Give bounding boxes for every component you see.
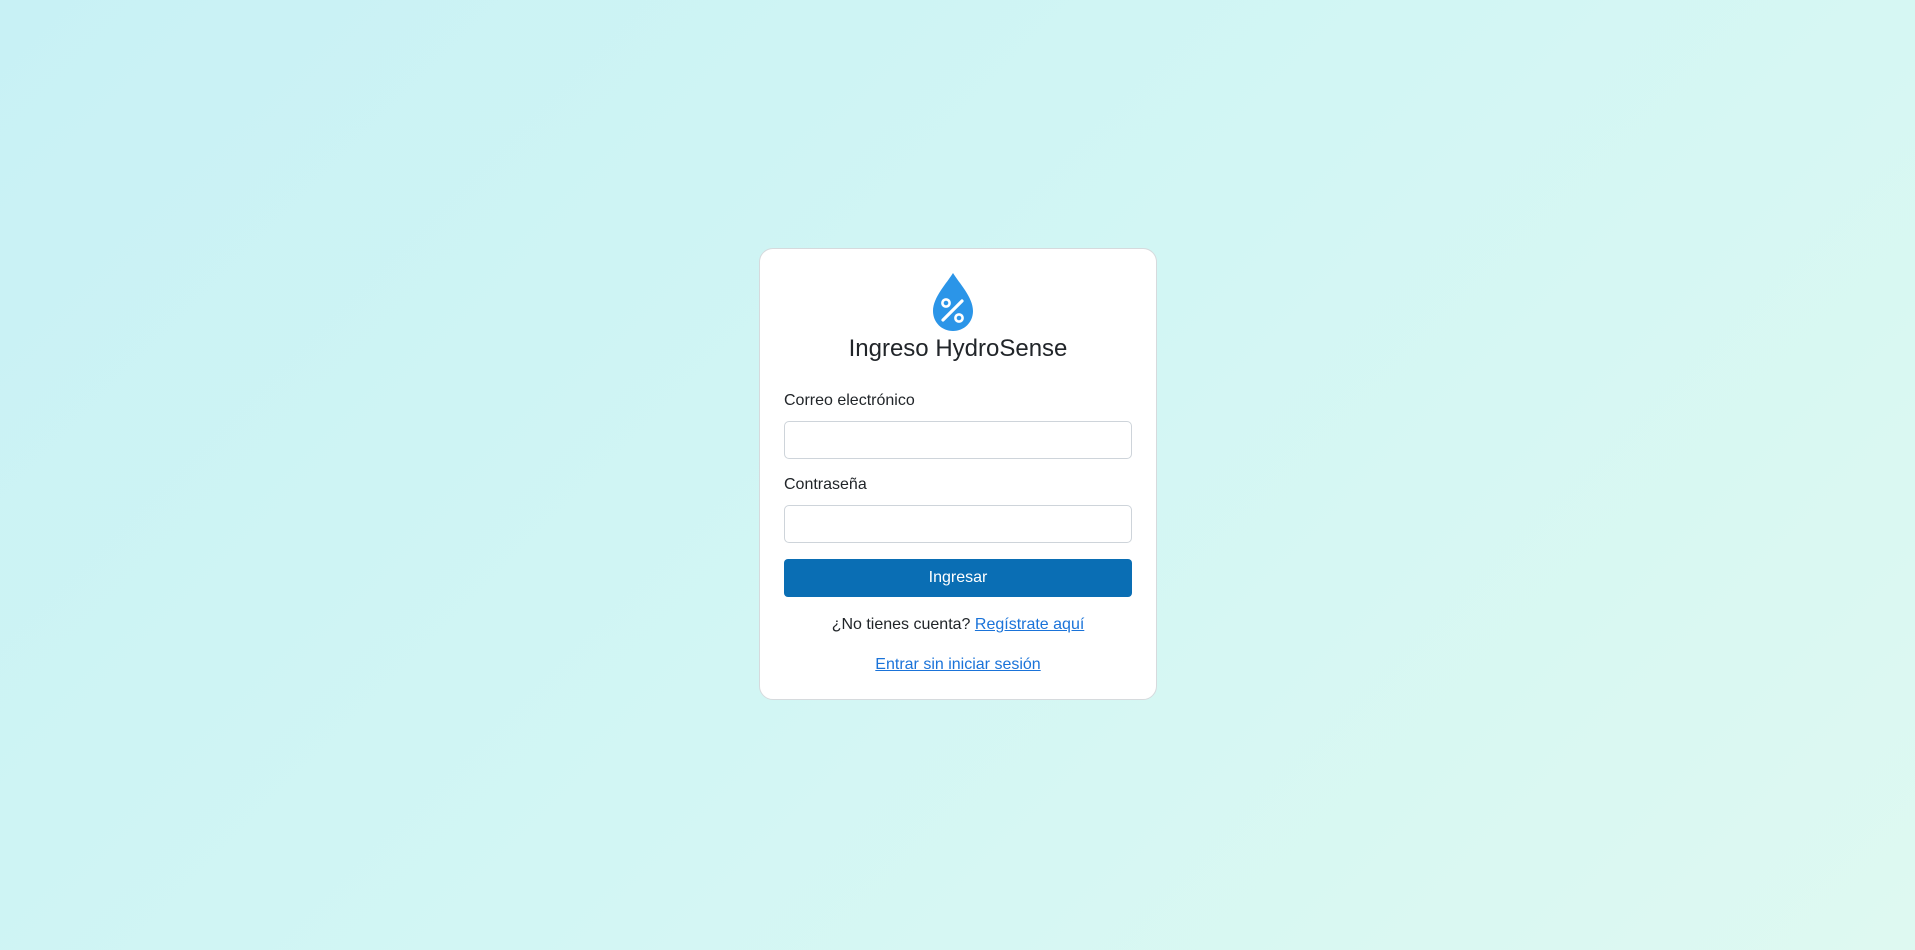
register-prompt-line: ¿No tienes cuenta? Regístrate aquí (784, 615, 1132, 635)
login-card: Ingreso HydroSense Correo electrónico Co… (759, 248, 1157, 700)
password-label: Contraseña (784, 476, 867, 493)
guest-line: Entrar sin iniciar sesión (784, 655, 1132, 675)
email-label: Correo electrónico (784, 392, 915, 409)
page-title: Ingreso HydroSense (848, 335, 1068, 362)
email-group: Correo electrónico (784, 391, 1132, 459)
water-percent-icon (933, 273, 973, 331)
password-field[interactable] (784, 505, 1132, 543)
email-field[interactable] (784, 421, 1132, 459)
password-group: Contraseña (784, 475, 1132, 543)
guest-login-link[interactable]: Entrar sin iniciar sesión (875, 656, 1040, 673)
register-prompt-text: ¿No tienes cuenta? (831, 616, 971, 633)
register-link[interactable]: Regístrate aquí (975, 616, 1084, 633)
login-button[interactable]: Ingresar (784, 559, 1132, 597)
